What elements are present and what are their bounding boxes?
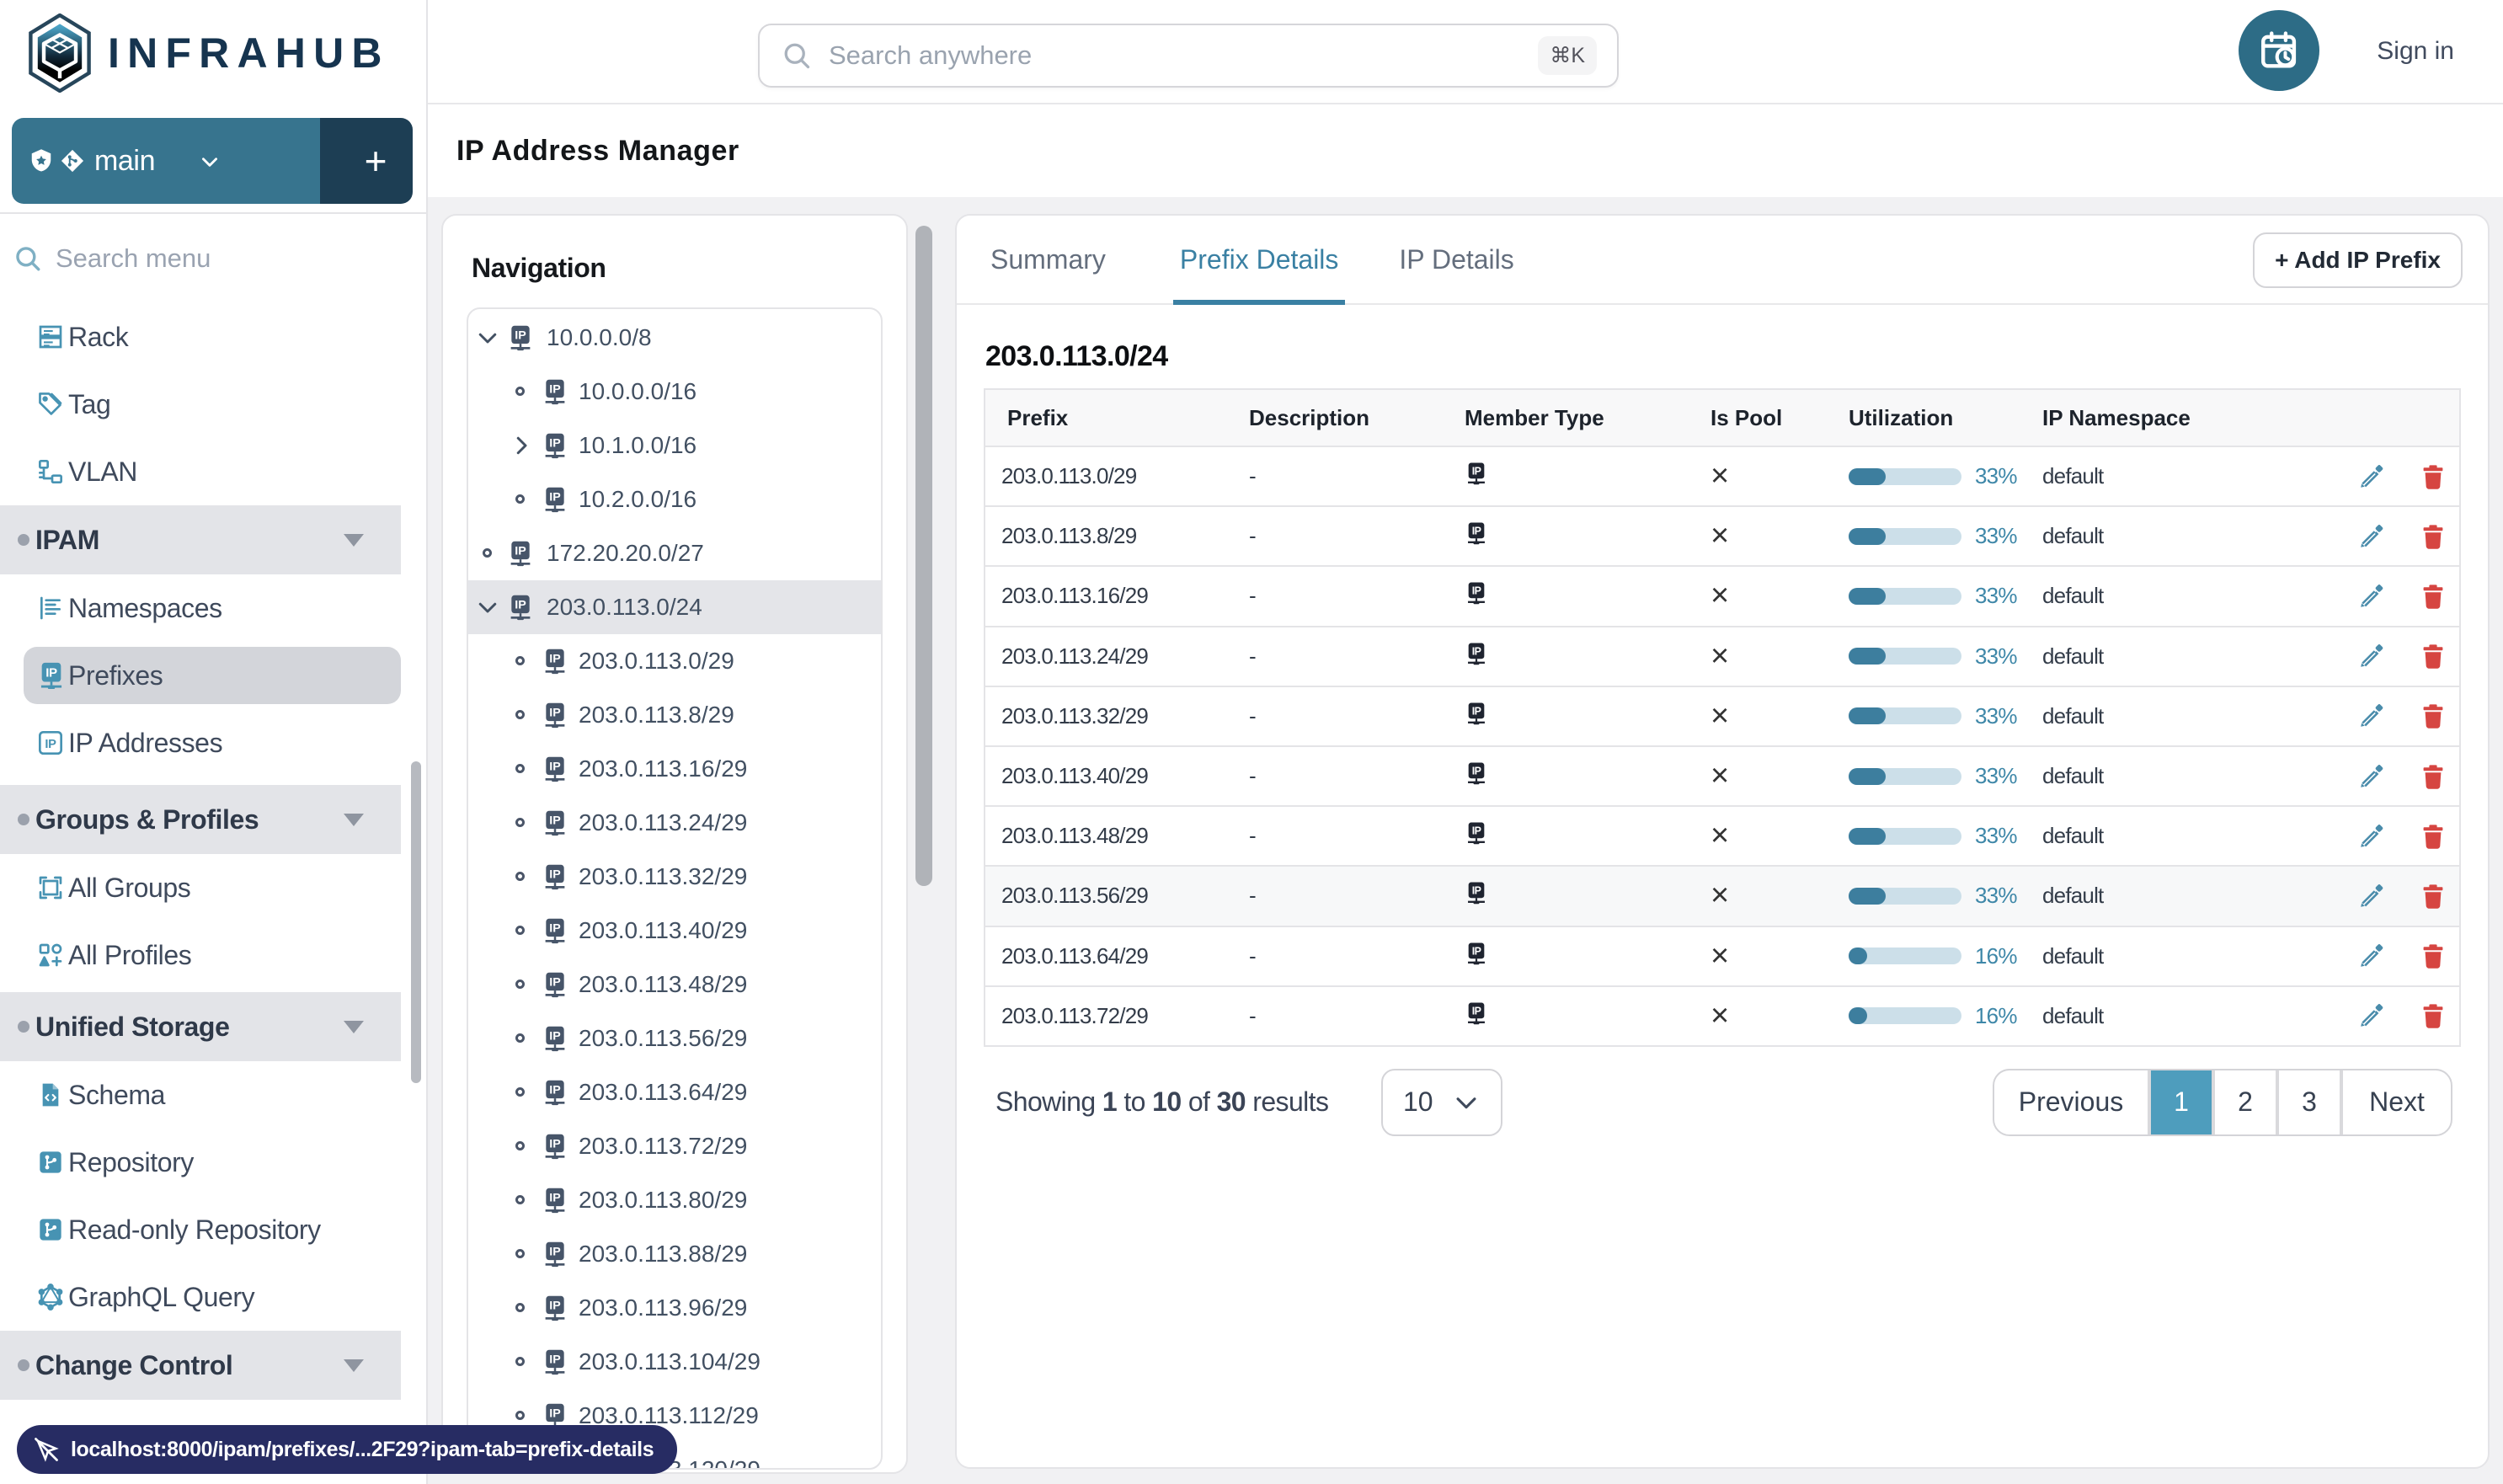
svg-text:IP: IP	[549, 976, 560, 990]
svg-text:IP: IP	[549, 761, 560, 774]
svg-text:IP: IP	[549, 814, 560, 828]
svg-text:IP: IP	[549, 491, 560, 504]
svg-text:IP: IP	[549, 383, 560, 397]
svg-text:IP: IP	[1472, 526, 1481, 537]
svg-text:IP: IP	[1472, 825, 1481, 837]
svg-text:IP: IP	[549, 1246, 560, 1259]
svg-text:IP: IP	[549, 1030, 560, 1044]
svg-text:IP: IP	[515, 599, 526, 612]
svg-text:IP: IP	[549, 1084, 560, 1097]
svg-text:IP: IP	[1472, 885, 1481, 897]
svg-text:IP: IP	[45, 738, 56, 751]
svg-text:IP: IP	[515, 329, 526, 343]
svg-text:IP: IP	[1472, 705, 1481, 717]
svg-text:IP: IP	[1472, 1005, 1481, 1017]
svg-text:IP: IP	[1472, 465, 1481, 477]
svg-text:IP: IP	[515, 545, 526, 558]
svg-text:IP: IP	[549, 1300, 560, 1313]
svg-text:IP: IP	[1472, 645, 1481, 657]
svg-text:IP: IP	[549, 922, 560, 936]
svg-text:IP: IP	[549, 1353, 560, 1367]
svg-text:IP: IP	[549, 437, 560, 451]
svg-text:IP: IP	[1472, 585, 1481, 597]
svg-text:IP: IP	[45, 666, 57, 681]
svg-text:IP: IP	[549, 868, 560, 882]
svg-text:IP: IP	[549, 1192, 560, 1205]
svg-text:IP: IP	[1472, 765, 1481, 777]
svg-text:IP: IP	[549, 1138, 560, 1151]
svg-text:IP: IP	[549, 653, 560, 666]
svg-text:IP: IP	[1472, 945, 1481, 957]
svg-text:IP: IP	[549, 1407, 560, 1421]
svg-text:IP: IP	[549, 707, 560, 720]
